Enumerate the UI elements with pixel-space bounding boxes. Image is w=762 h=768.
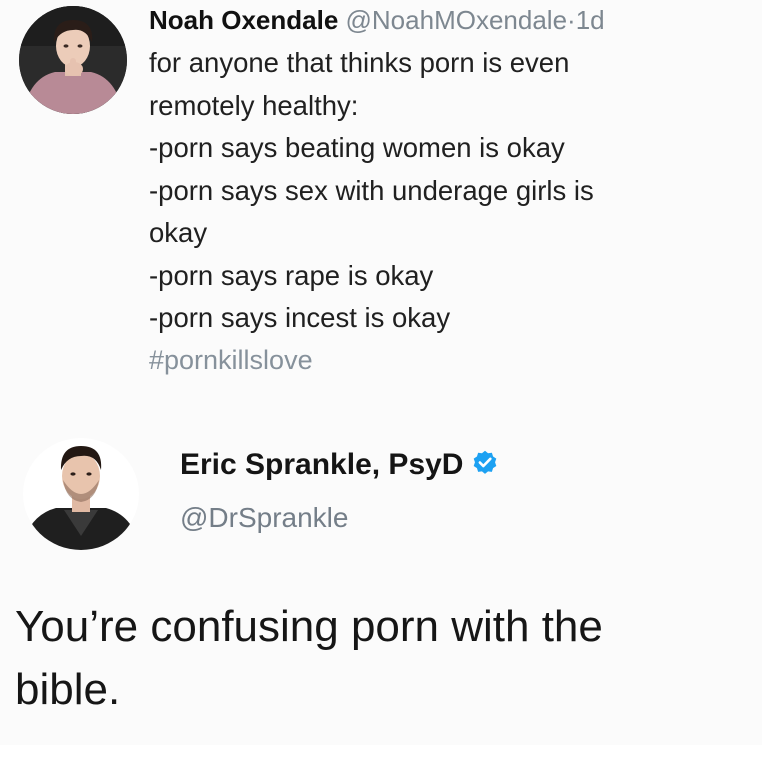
tweet-body: Noah Oxendale @NoahMOxendale·1d for anyo… [149, 2, 749, 380]
tweet-text-line: -porn says rape is okay [149, 259, 434, 291]
hashtag-link[interactable]: #pornkillslove [149, 340, 749, 380]
author-name[interactable]: Noah Oxendale [149, 5, 338, 35]
tweet-timestamp[interactable]: 1d [576, 5, 605, 35]
tweet-text: for anyone that thinks porn is even remo… [149, 42, 749, 380]
tweet-screenshot: Noah Oxendale @NoahMOxendale·1d for anyo… [0, 0, 762, 768]
author-name[interactable]: Eric Sprankle, PsyD [180, 448, 463, 481]
bottom-border [0, 745, 762, 768]
tweet-header: Noah Oxendale @NoahMOxendale·1d [149, 2, 749, 38]
reply-tweet: Eric Sprankle, PsyD @DrSprankle You’re c… [0, 405, 762, 745]
tweet-text-line: You’re confusing porn with the [15, 602, 603, 651]
tweet-text-line: remotely healthy: [149, 89, 359, 121]
tweet-text-line: bible. [15, 665, 121, 714]
tweet-text-line: for anyone that thinks porn is even [149, 47, 570, 78]
author-handle[interactable]: @NoahMOxendale [346, 5, 568, 35]
original-tweet: Noah Oxendale @NoahMOxendale·1d for anyo… [0, 0, 762, 400]
avatar-photo-icon [19, 6, 127, 114]
tweet-text: You’re confusing porn with the bible. [15, 595, 755, 721]
avatar-photo-icon [23, 438, 139, 550]
avatar[interactable] [19, 6, 127, 114]
author-handle[interactable]: @DrSprankle [180, 500, 348, 536]
tweet-text-line: okay [149, 217, 208, 248]
author-name-row: Eric Sprankle, PsyD [180, 445, 499, 485]
tweet-text-line: -porn says incest is okay [149, 302, 451, 333]
avatar[interactable] [20, 418, 142, 556]
separator-dot: · [567, 5, 576, 35]
tweet-text-line: -porn says sex with underage girls is [149, 174, 594, 206]
verified-badge-icon [474, 450, 497, 474]
tweet-text-line: -porn says beating women is okay [149, 132, 565, 163]
